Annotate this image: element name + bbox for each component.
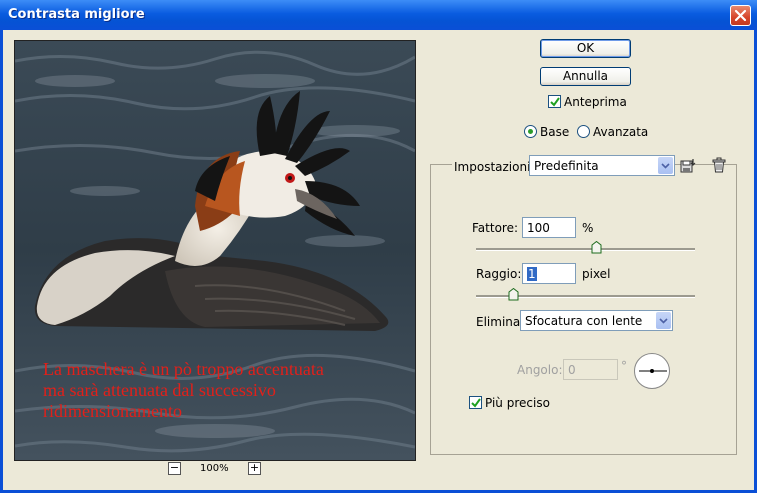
check-icon	[550, 97, 560, 107]
close-icon	[734, 9, 747, 22]
trash-icon[interactable]	[712, 157, 726, 173]
zoom-out-button[interactable]: −	[168, 462, 181, 475]
zoom-in-button[interactable]: +	[248, 462, 261, 475]
angle-dial	[634, 353, 670, 389]
close-button[interactable]	[730, 5, 751, 26]
radio-selected-dot	[528, 129, 533, 134]
window-title: Contrasta migliore	[8, 7, 145, 22]
amount-slider[interactable]	[476, 241, 695, 254]
radio-advanced-label: Avanzata	[593, 125, 649, 139]
angle-unit: °	[621, 359, 627, 373]
amount-input[interactable]: 100	[522, 217, 576, 238]
amount-unit: %	[582, 221, 594, 235]
save-settings-icon[interactable]	[680, 158, 698, 174]
chevron-down-icon	[658, 157, 673, 174]
remove-select[interactable]: Sfocatura con lente	[520, 310, 673, 331]
amount-label: Fattore:	[472, 221, 519, 235]
preview-checkbox[interactable]	[548, 95, 561, 108]
remove-value: Sfocatura con lente	[525, 314, 643, 328]
angle-label: Angolo:	[517, 363, 563, 377]
settings-value: Predefinita	[534, 159, 599, 173]
angle-indicator-icon	[639, 369, 667, 373]
settings-select[interactable]: Predefinita	[529, 155, 675, 176]
radius-value-selected: 1	[527, 267, 537, 281]
annotation-line-1: La maschera è un pò troppo accentuata	[43, 359, 324, 379]
amount-slider-thumb[interactable]	[591, 241, 602, 254]
remove-label: Elimina:	[476, 315, 525, 329]
cancel-button[interactable]: Annulla	[540, 67, 631, 86]
preview-label: Anteprima	[564, 95, 627, 109]
radius-label: Raggio:	[476, 267, 522, 281]
zoom-controls: − 100% +	[160, 462, 280, 478]
radio-basic-label: Base	[540, 125, 570, 139]
annotation-line-2: ma sarà attenuata dal successivo	[43, 380, 276, 400]
radius-slider[interactable]	[476, 288, 695, 301]
radius-slider-thumb[interactable]	[508, 288, 519, 301]
ok-button[interactable]: OK	[540, 39, 631, 58]
annotation-line-3: ridimensionamento	[43, 401, 182, 421]
chevron-down-icon	[656, 312, 671, 329]
annotation-text: La maschera è un pò troppo accentuata ma…	[43, 359, 403, 422]
radius-input[interactable]: 1	[522, 263, 576, 284]
title-bar[interactable]: Contrasta migliore	[0, 0, 757, 30]
radius-unit: pixel	[582, 267, 611, 281]
angle-input: 0	[563, 359, 618, 380]
radio-basic[interactable]	[524, 125, 537, 138]
preview-image[interactable]: La maschera è un pò troppo accentuata ma…	[14, 40, 416, 461]
radio-advanced[interactable]	[577, 125, 590, 138]
check-icon	[471, 398, 481, 408]
settings-label: Impostazioni:	[452, 160, 537, 174]
zoom-level: 100%	[200, 463, 229, 474]
amount-slider-track	[476, 248, 695, 251]
more-accurate-checkbox[interactable]	[469, 396, 482, 409]
more-accurate-label: Più preciso	[485, 396, 550, 410]
